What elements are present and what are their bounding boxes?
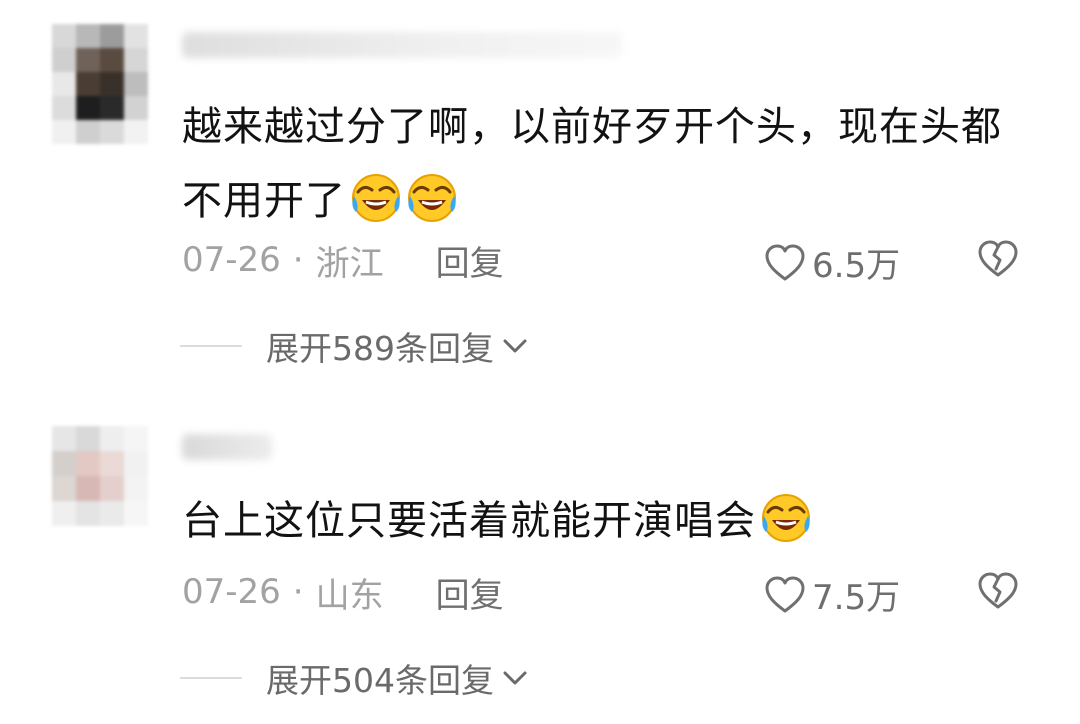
meta-separator: · [292,240,304,280]
chevron-down-icon [503,339,527,353]
like-button[interactable]: 6.5万 [764,238,900,287]
dislike-button[interactable] [976,570,1020,616]
like-button[interactable]: 7.5万 [764,570,900,619]
comment-location: 山东 [315,575,384,616]
reply-button[interactable]: 回复 [436,568,504,617]
username[interactable] [182,32,622,58]
username[interactable] [182,434,272,460]
grinning-tears-emoji-icon [406,172,458,224]
dislike-button[interactable] [976,238,1020,284]
heart-outline-icon [765,576,805,612]
like-count: 6.5万 [812,246,901,286]
comment-text: 越来越过分了啊，以前好歹开个头，现在头都不用开了 [182,90,1042,238]
expand-replies[interactable]: 展开504条回复 [180,656,528,700]
chevron-down-icon [503,671,527,685]
grinning-tears-emoji-icon [760,492,812,544]
comment-body: 台上这位只要活着就能开演唱会 [182,498,756,544]
grinning-tears-emoji-icon [350,172,402,224]
reply-button[interactable]: 回复 [436,236,504,285]
expand-label: 展开589条回复 [266,329,494,368]
divider-line [180,677,242,679]
expand-replies[interactable]: 展开589条回复 [180,324,528,368]
broken-heart-outline-icon [978,240,1018,277]
comment-text: 台上这位只要活着就能开演唱会 [182,484,1042,558]
comment-location: 浙江 [315,243,384,284]
meta-separator: · [292,572,304,612]
comment-meta: 07-26 · 浙江 回复 [182,236,504,285]
expand-label: 展开504条回复 [266,661,494,700]
avatar[interactable] [52,24,148,144]
comment-date: 07-26 [182,572,281,612]
heart-outline-icon [765,244,805,280]
comment-body: 越来越过分了啊，以前好歹开个头，现在头都不用开了 [182,104,1002,224]
broken-heart-outline-icon [978,572,1018,609]
comment-meta: 07-26 · 山东 回复 [182,568,504,617]
like-count: 7.5万 [812,578,901,618]
comment-date: 07-26 [182,240,281,280]
comment-list: 越来越过分了啊，以前好歹开个头，现在头都不用开了 07-26 · 浙江 回复 6… [0,0,1080,724]
divider-line [180,345,242,347]
avatar[interactable] [52,426,148,526]
